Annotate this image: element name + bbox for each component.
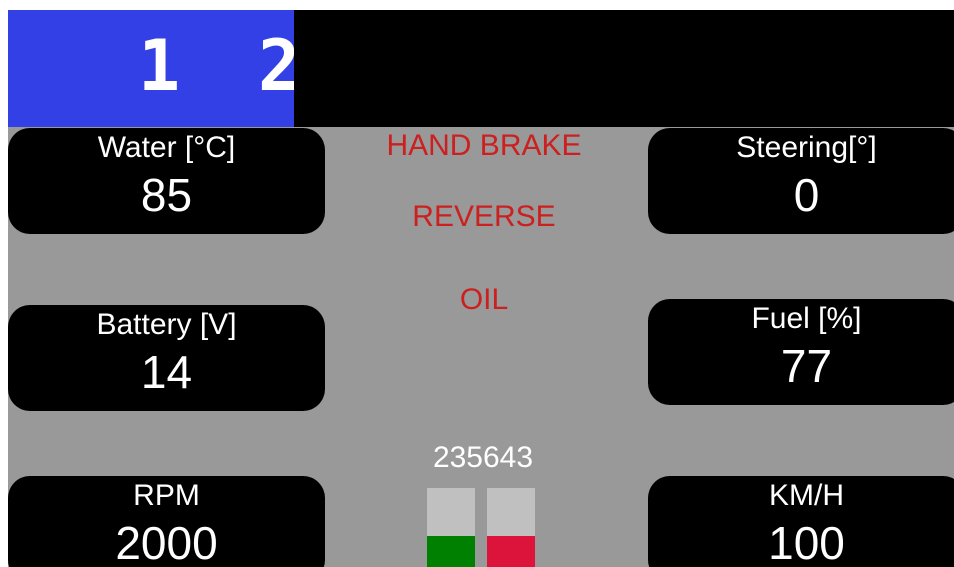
level-bar-right-fill: [487, 536, 535, 567]
rpm-value: 2000: [115, 517, 218, 567]
fuel-label: Fuel [%]: [751, 302, 862, 335]
oil-warning: OIL: [459, 283, 509, 316]
fuel-value: 77: [780, 340, 833, 392]
level-bar-left: [427, 488, 475, 567]
water-temp-value: 85: [140, 169, 193, 221]
rpm-gauge: RPM 2000: [8, 476, 325, 567]
steering-label: Steering[°]: [736, 131, 877, 164]
level-bar-right: [487, 488, 535, 567]
speed-label: KM/H: [769, 479, 844, 512]
dashboard-screen: 1 2 Water [°C] 85 Steering[°] 0 Battery …: [8, 10, 954, 567]
gear-indicator-bar: 1 2: [8, 10, 954, 127]
water-temp-gauge: Water [°C] 85: [8, 128, 325, 234]
odometer: 235643: [432, 441, 534, 474]
battery-gauge: Battery [V] 14: [8, 305, 325, 411]
speed-value: 100: [768, 517, 845, 567]
steering-gauge: Steering[°] 0: [648, 128, 954, 234]
level-bar-left-fill: [427, 536, 475, 567]
gear-number-2: 2: [258, 25, 294, 107]
gear-indicator-strip: 1 2: [8, 10, 294, 127]
water-temp-label: Water [°C]: [97, 131, 236, 164]
rpm-label: RPM: [133, 479, 200, 512]
battery-value: 14: [140, 346, 193, 398]
steering-value: 0: [793, 169, 820, 221]
fuel-gauge: Fuel [%] 77: [648, 299, 954, 405]
battery-label: Battery [V]: [96, 308, 237, 341]
speed-gauge: KM/H 100: [648, 476, 954, 567]
hand-brake-warning: HAND BRAKE: [386, 129, 582, 162]
reverse-warning: REVERSE: [412, 200, 556, 233]
gear-number-1: 1: [138, 25, 181, 107]
